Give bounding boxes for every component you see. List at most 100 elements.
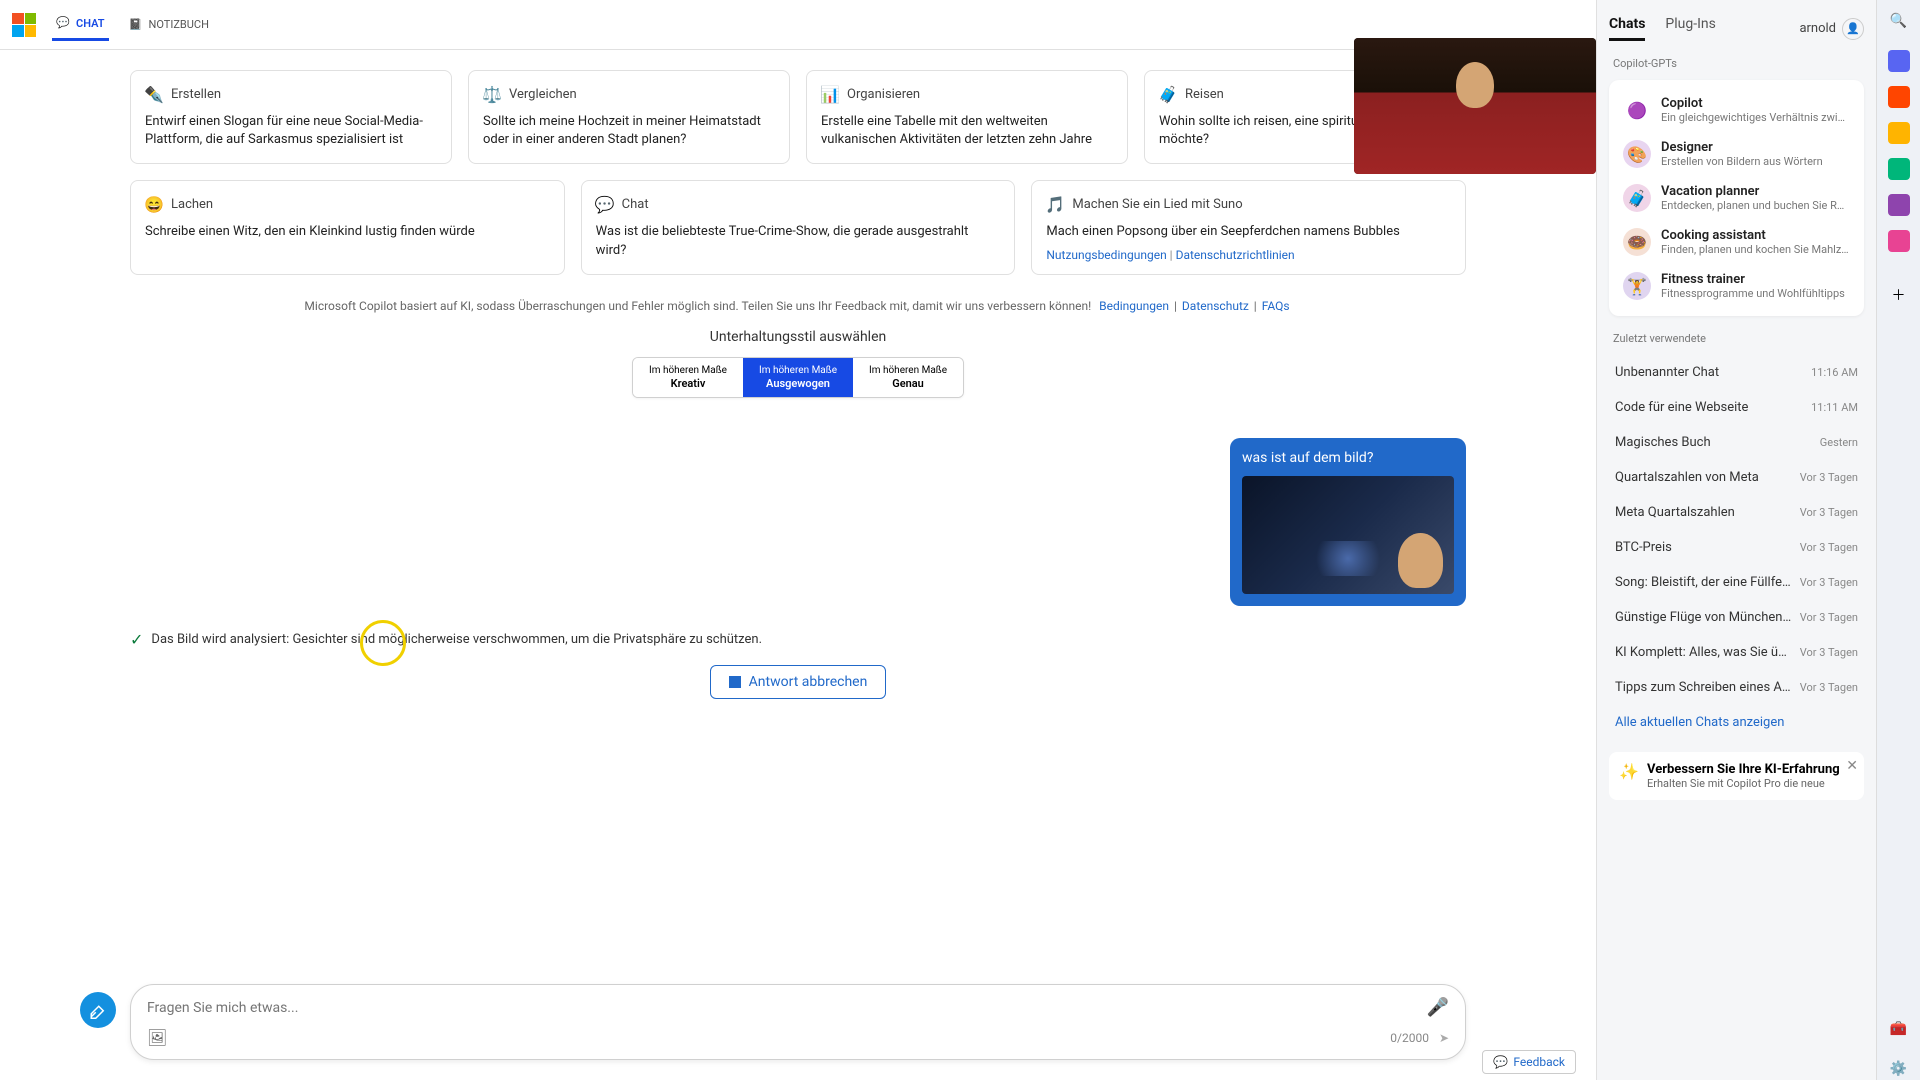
- rail-app-icon[interactable]: [1888, 122, 1910, 144]
- suggestion-card[interactable]: 😄 Lachen Schreibe einen Witz, den ein Kl…: [130, 180, 565, 274]
- gpt-name: Fitness trainer: [1661, 272, 1845, 287]
- faqs-link[interactable]: FAQs: [1262, 299, 1290, 313]
- chat-icon: 💬: [56, 16, 70, 30]
- add-icon[interactable]: ＋: [1888, 284, 1910, 306]
- gpt-item[interactable]: 🟣 Copilot Ein gleichgewichtiges Verhältn…: [1617, 88, 1856, 132]
- card-title: Erstellen: [171, 87, 221, 102]
- gpt-desc: Erstellen von Bildern aus Wörtern: [1661, 155, 1823, 168]
- user-message-text: was ist auf dem bild?: [1242, 450, 1454, 466]
- recent-chat-item[interactable]: Song: Bleistift, der eine Füllfeder sein…: [1609, 565, 1864, 600]
- rail-app-icon[interactable]: [1888, 158, 1910, 180]
- card-icon: 😄: [145, 195, 163, 213]
- card-title: Reisen: [1185, 87, 1224, 102]
- rail-app-icon[interactable]: [1888, 50, 1910, 72]
- recent-chat-item[interactable]: Quartalszahlen von Meta Vor 3 Tagen: [1609, 460, 1864, 495]
- recent-chat-item[interactable]: Code für eine Webseite 11:11 AM: [1609, 390, 1864, 425]
- gpt-icon: 🏋️: [1623, 272, 1651, 300]
- show-all-chats-link[interactable]: Alle aktuellen Chats anzeigen: [1609, 705, 1864, 740]
- gpt-item[interactable]: 🏋️ Fitness trainer Fitnessprogramme und …: [1617, 264, 1856, 308]
- rail-app-icon[interactable]: [1888, 86, 1910, 108]
- recent-chat-item[interactable]: Meta Quartalszahlen Vor 3 Tagen: [1609, 495, 1864, 530]
- recent-chat-time: Gestern: [1820, 436, 1858, 449]
- gpt-item[interactable]: 🎨 Designer Erstellen von Bildern aus Wör…: [1617, 132, 1856, 176]
- card-body: Sollte ich meine Hochzeit in meiner Heim…: [483, 113, 775, 149]
- recent-chat-item[interactable]: Magisches Buch Gestern: [1609, 425, 1864, 460]
- rail-app-icon[interactable]: [1888, 194, 1910, 216]
- card-body: Schreibe einen Witz, den ein Kleinkind l…: [145, 223, 550, 241]
- card-title: Vergleichen: [509, 87, 577, 102]
- new-topic-button[interactable]: [80, 992, 116, 1028]
- compose-input[interactable]: [147, 1000, 1419, 1016]
- card-icon: ⚖️: [483, 85, 501, 103]
- rail-app-icon[interactable]: [1888, 230, 1910, 252]
- composer-box: 🎤 🖼 0/2000 ➤: [130, 984, 1466, 1060]
- recent-chat-item[interactable]: BTC-Preis Vor 3 Tagen: [1609, 530, 1864, 565]
- gpt-icon: 🧳: [1623, 184, 1651, 212]
- sidebar-tab-chats[interactable]: Chats: [1609, 16, 1645, 41]
- terms-link[interactable]: Bedingungen: [1099, 299, 1169, 313]
- recent-chat-time: 11:16 AM: [1811, 366, 1858, 379]
- card-title: Lachen: [171, 197, 213, 212]
- copilot-pro-promo[interactable]: ✨ Verbessern Sie Ihre KI-Erfahrung Erhal…: [1609, 752, 1864, 800]
- status-text: Das Bild wird analysiert: Gesichter sind…: [151, 632, 762, 647]
- recent-chat-title: Meta Quartalszahlen: [1615, 505, 1735, 520]
- gpt-item[interactable]: 🍩 Cooking assistant Finden, planen und k…: [1617, 220, 1856, 264]
- disclaimer: Microsoft Copilot basiert auf KI, sodass…: [130, 291, 1466, 329]
- stop-icon: [729, 676, 741, 688]
- recent-chat-time: Vor 3 Tagen: [1800, 506, 1858, 519]
- close-icon[interactable]: ✕: [1846, 758, 1858, 774]
- card-body: Entwirf einen Slogan für eine neue Socia…: [145, 113, 437, 149]
- privacy-link[interactable]: Datenschutz: [1182, 299, 1249, 313]
- recent-chat-title: BTC-Preis: [1615, 540, 1672, 555]
- gpt-item[interactable]: 🧳 Vacation planner Entdecken, planen und…: [1617, 176, 1856, 220]
- recent-chat-title: Tipps zum Schreiben eines Artikels üb: [1615, 680, 1792, 695]
- tools-icon[interactable]: 🧰: [1888, 1018, 1910, 1040]
- webcam-overlay: [1354, 38, 1596, 174]
- edge-sidebar: 🔍 ＋ 🧰 ⚙️: [1876, 0, 1920, 1080]
- recent-chat-item[interactable]: Tipps zum Schreiben eines Artikels üb Vo…: [1609, 670, 1864, 705]
- recent-chat-title: Song: Bleistift, der eine Füllfeder sein…: [1615, 575, 1792, 590]
- recent-chat-item[interactable]: Unbenannter Chat 11:16 AM: [1609, 355, 1864, 390]
- recent-chat-title: Magisches Buch: [1615, 435, 1711, 450]
- suggestion-card[interactable]: ⚖️ Vergleichen Sollte ich meine Hochzeit…: [468, 70, 790, 164]
- recent-chat-time: Vor 3 Tagen: [1800, 611, 1858, 624]
- stop-responding-button[interactable]: Antwort abbrechen: [710, 665, 887, 699]
- user-message: was ist auf dem bild?: [1230, 438, 1466, 606]
- card-body: Erstelle eine Tabelle mit den weltweiten…: [821, 113, 1113, 149]
- user-menu[interactable]: arnold 👤: [1799, 18, 1864, 40]
- style-genau-button[interactable]: Im höheren MaßeGenau: [853, 358, 963, 397]
- style-kreativ-button[interactable]: Im höheren MaßeKreativ: [633, 358, 743, 397]
- conversation-style-title: Unterhaltungsstil auswählen: [130, 329, 1466, 345]
- settings-icon[interactable]: ⚙️: [1888, 1058, 1910, 1080]
- suggestion-card[interactable]: 🎵 Machen Sie ein Lied mit Suno Mach eine…: [1031, 180, 1466, 274]
- recent-chat-time: Vor 3 Tagen: [1800, 576, 1858, 589]
- suggestion-card[interactable]: ✒️ Erstellen Entwirf einen Slogan für ei…: [130, 70, 452, 164]
- privacy-link[interactable]: Datenschutzrichtlinien: [1176, 248, 1295, 262]
- feedback-button[interactable]: 💬 Feedback: [1482, 1050, 1576, 1074]
- check-icon: ✓: [130, 630, 143, 649]
- gpt-desc: Ein gleichgewichtiges Verhältnis zwische…: [1661, 111, 1850, 124]
- terms-link[interactable]: Nutzungsbedingungen: [1046, 248, 1166, 262]
- legal-links: Nutzungsbedingungen | Datenschutzrichtli…: [1046, 244, 1294, 266]
- recent-chat-item[interactable]: Günstige Flüge von München nach Fra Vor …: [1609, 600, 1864, 635]
- recent-chat-item[interactable]: KI Komplett: Alles, was Sie über LLMs Vo…: [1609, 635, 1864, 670]
- recent-chat-title: Günstige Flüge von München nach Fra: [1615, 610, 1792, 625]
- recent-section-title: Zuletzt verwendete: [1609, 332, 1864, 345]
- image-upload-icon[interactable]: 🖼: [147, 1028, 167, 1047]
- sidebar-tab-plugins[interactable]: Plug-Ins: [1665, 16, 1715, 41]
- tab-chat-label: CHAT: [76, 17, 105, 30]
- card-icon: 💬: [596, 195, 614, 213]
- copilot-pro-icon: ✨: [1619, 762, 1639, 782]
- char-counter: 0/2000: [1390, 1031, 1429, 1045]
- recent-chat-title: Unbenannter Chat: [1615, 365, 1719, 380]
- search-icon[interactable]: 🔍: [1888, 10, 1910, 32]
- tab-chat[interactable]: 💬 CHAT: [52, 8, 109, 41]
- suggestion-card[interactable]: 📊 Organisieren Erstelle eine Tabelle mit…: [806, 70, 1128, 164]
- card-icon: ✒️: [145, 85, 163, 103]
- tab-notebook[interactable]: 📓 NOTIZBUCH: [125, 10, 213, 40]
- gpt-name: Vacation planner: [1661, 184, 1850, 199]
- send-icon[interactable]: ➤: [1439, 1031, 1449, 1045]
- suggestion-card[interactable]: 💬 Chat Was ist die beliebteste True-Crim…: [581, 180, 1016, 274]
- microphone-icon[interactable]: 🎤: [1427, 997, 1449, 1018]
- style-ausgewogen-button[interactable]: Im höheren MaßeAusgewogen: [743, 358, 853, 397]
